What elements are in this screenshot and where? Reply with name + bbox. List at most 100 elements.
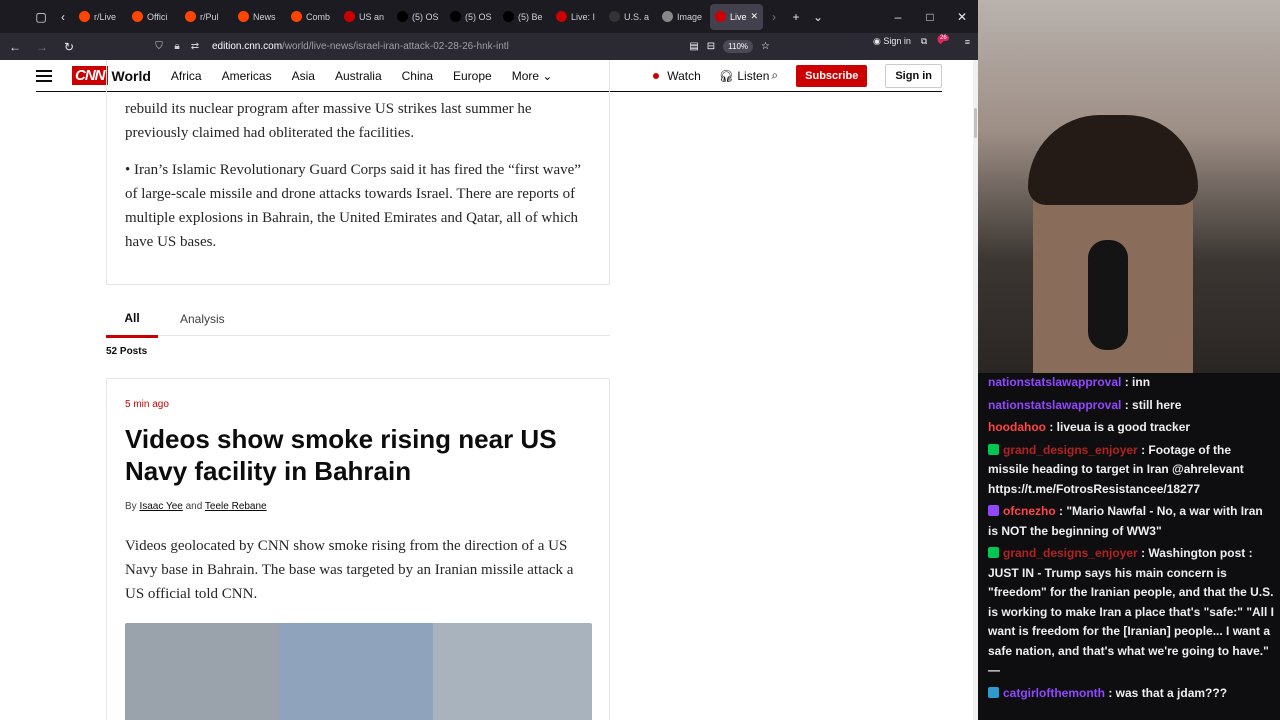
browser-tab[interactable]: (5) OS: [392, 4, 445, 30]
tab-label: U.S. a: [624, 11, 650, 22]
scroll-tabs-left-icon[interactable]: ‹: [52, 6, 74, 28]
hamburger-menu-icon[interactable]: [36, 69, 52, 82]
browser-tab[interactable]: r/Pul: [180, 4, 233, 30]
chat-panel: nationstatslawapproval : inn nationstatsl…: [978, 373, 1280, 720]
browser-tab[interactable]: U.S. a: [604, 4, 657, 30]
microphone: [1088, 240, 1128, 350]
new-tab-icon[interactable]: +: [785, 6, 807, 28]
browser-tab[interactable]: (5) Be: [498, 4, 551, 30]
author-link[interactable]: Teele Rebane: [205, 501, 267, 512]
listen-link[interactable]: 🎧︎ Listen: [719, 69, 770, 83]
extensions-icon[interactable]: ⧉: [921, 36, 927, 47]
chat-username[interactable]: catgirlofthemonth: [1003, 686, 1105, 700]
chat-username[interactable]: nationstatslawapproval: [988, 375, 1121, 389]
account-button[interactable]: ◉ Sign in: [873, 36, 911, 47]
browser-tab[interactable]: News: [233, 4, 286, 30]
tab-favicon-icon: [556, 11, 567, 22]
watch-label: Watch: [667, 68, 701, 83]
chat-username[interactable]: grand_designs_enjoyer: [1003, 443, 1138, 457]
nav-bar: ← → ↻ ⛉ 🔒︎ ⇄ edition.cnn.com/world/live-…: [0, 33, 978, 60]
url-bar[interactable]: ⛉ 🔒︎ ⇄ edition.cnn.com/world/live-news/i…: [150, 36, 770, 57]
post-timestamp: 5 min ago: [125, 399, 169, 410]
browser-tab[interactable]: (5) OS: [445, 4, 498, 30]
browser-tab[interactable]: Live: I: [551, 4, 604, 30]
tab-favicon-icon: [344, 11, 355, 22]
toolbar-right: ◉ Sign in ⧉ ⛊26 ≡: [873, 35, 970, 47]
lock-icon[interactable]: 🔒︎: [168, 41, 186, 52]
chat-badge-icon[interactable]: [988, 686, 999, 698]
tab-label: Comb: [306, 11, 331, 22]
tab-favicon-icon: [715, 11, 726, 22]
chat-message: hoodahoo : liveua is a good tracker: [988, 418, 1274, 438]
browser-tab[interactable]: r/Live: [74, 4, 127, 30]
tab-label: (5) Be: [518, 11, 543, 22]
chat-text: : was that a jdam???: [1108, 685, 1228, 700]
chat-badge-icon[interactable]: [988, 505, 999, 516]
maximize-icon[interactable]: □: [914, 0, 946, 33]
scrollbar-thumb[interactable]: [974, 108, 977, 138]
forward-icon[interactable]: →: [30, 35, 54, 59]
tab-list-icon[interactable]: ▢: [30, 6, 52, 28]
chat-badge-icon[interactable]: [988, 547, 999, 558]
chat-message: nationstatslawapproval : still here: [988, 396, 1274, 416]
close-window-icon[interactable]: ✕: [946, 0, 978, 33]
watch-link[interactable]: Watch: [653, 69, 701, 83]
back-icon[interactable]: ←: [3, 35, 27, 59]
author-link[interactable]: Isaac Yee: [139, 501, 182, 512]
chat-username[interactable]: hoodahoo: [988, 420, 1046, 434]
post-video-thumbnail[interactable]: [125, 623, 592, 720]
browser-tab[interactable]: Offici: [127, 4, 180, 30]
tab-all[interactable]: All: [106, 311, 158, 338]
url-domain: edition.cnn.com: [212, 41, 283, 52]
chat-text: : liveua is a good tracker: [1049, 420, 1191, 434]
menu-icon[interactable]: ≡: [965, 37, 970, 47]
bookmark-star-icon[interactable]: ☆: [761, 41, 770, 52]
chat-username[interactable]: grand_designs_enjoyer: [1003, 546, 1138, 560]
permissions-icon[interactable]: ⇄: [186, 41, 204, 52]
tab-label: US an: [359, 11, 385, 22]
shield-icon[interactable]: ⛉: [150, 41, 168, 52]
tab-label: (5) OS: [465, 11, 492, 22]
search-icon[interactable]: ⌕: [771, 68, 778, 83]
ublock-icon[interactable]: ⛊26: [937, 35, 954, 47]
chat-username[interactable]: nationstatslawapproval: [988, 398, 1121, 412]
zoom-level[interactable]: 110%: [723, 40, 754, 53]
browser-tab[interactable]: Image: [657, 4, 710, 30]
tab-overflow-icon[interactable]: ⌄: [807, 6, 829, 28]
post-body: Videos geolocated by CNN show smoke risi…: [125, 538, 574, 602]
headphones-icon: 🎧︎: [718, 68, 735, 83]
scroll-tabs-right-icon[interactable]: ›: [763, 6, 785, 28]
tab-label: Offici: [147, 11, 168, 22]
chat-username[interactable]: ofcnezho: [1003, 504, 1056, 518]
chat-badge-icon[interactable]: [988, 443, 999, 455]
browser-tab[interactable]: Live ✕: [710, 3, 763, 30]
chat-message: ofcnezho : "Mario Nawfal - No, a war wit…: [988, 502, 1274, 541]
url-bar-actions: ▤ ⊟ 110% ☆: [689, 36, 770, 57]
tab-label: r/Live: [94, 11, 117, 22]
close-tab-icon[interactable]: ✕: [751, 11, 759, 22]
tab-strip: r/Live Offici r/Pul News Comb US an (5) OS (5) …: [74, 3, 763, 30]
save-page-icon[interactable]: ⊟: [707, 41, 715, 52]
cnn-logo[interactable]: CNN: [72, 66, 108, 85]
url-path: /world/live-news/israel-iran-attack-02-2…: [282, 41, 509, 52]
post-headline: Videos show smoke rising near US Navy fa…: [125, 424, 557, 486]
webcam-feed: [978, 0, 1280, 373]
tab-favicon-icon: [609, 11, 620, 22]
reader-view-icon[interactable]: ▤: [689, 41, 698, 52]
article-paragraph: rebuild its nuclear program after massiv…: [125, 101, 532, 141]
tab-analysis[interactable]: Analysis: [180, 312, 225, 326]
reload-icon[interactable]: ↻: [57, 35, 81, 59]
listen-label: Listen: [737, 68, 770, 83]
tab-label: (5) OS: [412, 11, 439, 22]
browser-tab[interactable]: US an: [339, 4, 392, 30]
tab-favicon-icon: [291, 11, 302, 22]
chat-message: catgirlofthemonth : was that a jdam???: [988, 684, 1274, 704]
browser-tab[interactable]: Comb: [286, 4, 339, 30]
signin-button[interactable]: Sign in: [885, 63, 942, 88]
tab-favicon-icon: [662, 11, 673, 22]
tab-favicon-icon: [79, 11, 90, 22]
subscribe-button[interactable]: Subscribe: [796, 64, 868, 87]
post-filter-tabs: All Analysis: [106, 308, 610, 338]
url-text[interactable]: edition.cnn.com/world/live-news/israel-i…: [212, 41, 509, 52]
minimize-icon[interactable]: –: [882, 0, 914, 33]
